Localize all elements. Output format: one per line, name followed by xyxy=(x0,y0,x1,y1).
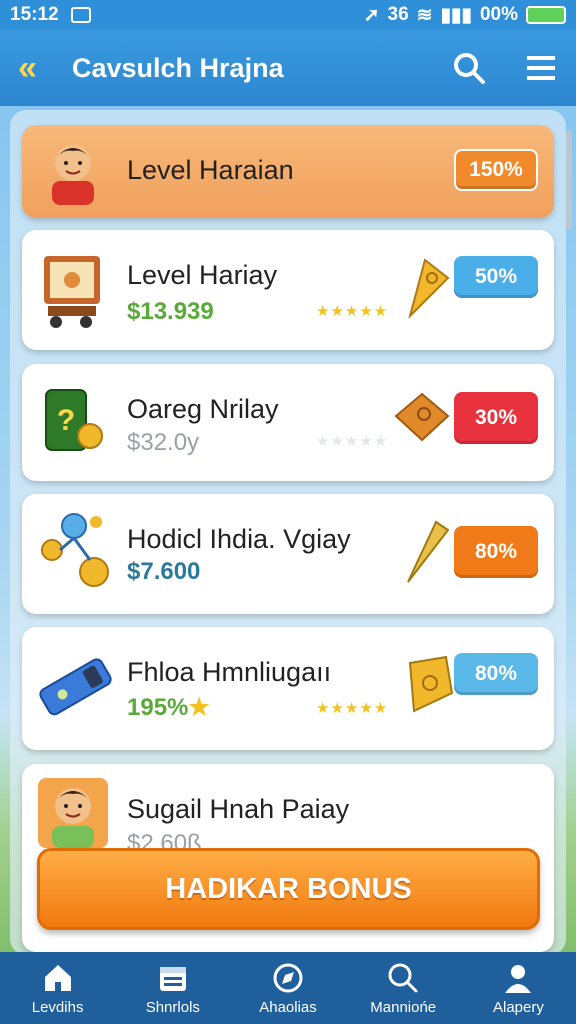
coins-icon xyxy=(38,510,118,587)
row-title: Fhloa Hmnliugaıı xyxy=(127,657,332,687)
battery-text: 00% xyxy=(479,4,518,25)
battery-icon xyxy=(526,6,566,24)
row-title: Oareg Nrilay xyxy=(127,394,279,424)
back-icon[interactable]: « xyxy=(18,51,52,85)
gem-icon xyxy=(400,653,456,720)
app-header: « Cavsulch Hrajna xyxy=(0,30,576,106)
row-title: Level Haraian xyxy=(127,155,294,185)
nav-item-profile[interactable]: Alapery xyxy=(461,952,576,1024)
nav-label: Alapery xyxy=(492,998,544,1016)
menu-icon[interactable] xyxy=(524,51,558,85)
profile-icon xyxy=(505,964,532,993)
rating-stars: ★★★★★ xyxy=(316,700,389,717)
home-icon xyxy=(44,964,71,991)
wifi-icon: ≋ xyxy=(416,4,433,26)
screen-icon xyxy=(70,7,91,23)
percent-badge: 150% xyxy=(454,149,538,191)
page-title: Cavsulch Hrajna xyxy=(72,52,284,83)
scrollbar[interactable] xyxy=(566,130,572,230)
list-item[interactable]: ? Oareg Nrilay $32.0y ★★★★★ 30% xyxy=(22,364,554,481)
row-price: 195%★ xyxy=(127,693,210,722)
nav-item-explore[interactable]: Ahaolias xyxy=(230,952,345,1024)
row-price-value: 195% xyxy=(127,694,189,721)
nav-label: Levdihs xyxy=(31,998,84,1016)
gem-icon xyxy=(402,520,450,589)
rating-stars: ★★★★★ xyxy=(316,303,389,320)
nav-label: Shnrlols xyxy=(145,998,200,1016)
board-icon xyxy=(38,250,108,328)
nav-label: Ahaolias xyxy=(259,998,317,1016)
signal-text: 36 xyxy=(387,4,409,25)
row-price: $7.600 xyxy=(127,558,201,585)
rating-stars: ★★★★★ xyxy=(316,433,389,450)
row-title: Level Hariay xyxy=(127,260,278,290)
status-time: 15:12 xyxy=(10,4,59,25)
ticket-icon xyxy=(38,651,112,721)
card-icon: ? xyxy=(38,386,108,456)
bonus-button[interactable]: HADIKAR BONUS xyxy=(37,848,540,930)
gem-icon xyxy=(400,258,450,323)
compass-icon xyxy=(273,963,303,992)
percent-badge: 80% xyxy=(454,526,538,578)
row-price: $13.939 xyxy=(127,298,214,325)
search-icon xyxy=(388,963,418,992)
search-icon[interactable] xyxy=(452,51,486,85)
list-item-featured[interactable]: Level Haraian 150% xyxy=(22,125,554,218)
list-item[interactable]: Level Hariay $13.939 ★★★★★ 50% xyxy=(22,230,554,350)
percent-badge: 30% xyxy=(454,392,538,444)
percent-badge: 50% xyxy=(454,256,538,298)
nav-item-search[interactable]: Manniońe xyxy=(346,952,461,1024)
avatar-icon xyxy=(38,135,108,205)
svg-text:?: ? xyxy=(57,404,75,437)
nav-item-schedule[interactable]: Shnrlols xyxy=(115,952,230,1024)
row-title: Sugail Hnah Paiay xyxy=(127,794,350,824)
row-price: $32.0y xyxy=(127,429,200,456)
gem-icon xyxy=(394,392,450,447)
row-title: Hodicl Ihdia. Vgiay xyxy=(127,524,351,554)
nav-label: Manniońe xyxy=(370,998,437,1016)
list-item[interactable]: Fhloa Hmnliugaıı 195%★ ★★★★★ 80% xyxy=(22,627,554,750)
star-icon: ★ xyxy=(188,694,210,721)
location-icon: ➚ xyxy=(363,4,380,26)
bottom-nav: Levdihs Shnrlols Ahaolias Manniońe Alape… xyxy=(0,952,576,1024)
status-bar: 15:12 ➚ 36 ≋ ▮▮▮ 00% xyxy=(0,0,576,30)
percent-badge: 80% xyxy=(454,653,538,695)
avatar-icon xyxy=(38,778,108,848)
signal-icon: ▮▮▮ xyxy=(440,4,472,26)
nav-item-home[interactable]: Levdihs xyxy=(0,952,115,1024)
calendar-icon xyxy=(159,966,186,991)
list-item[interactable]: Hodicl Ihdia. Vgiay $7.600 80% xyxy=(22,494,554,614)
